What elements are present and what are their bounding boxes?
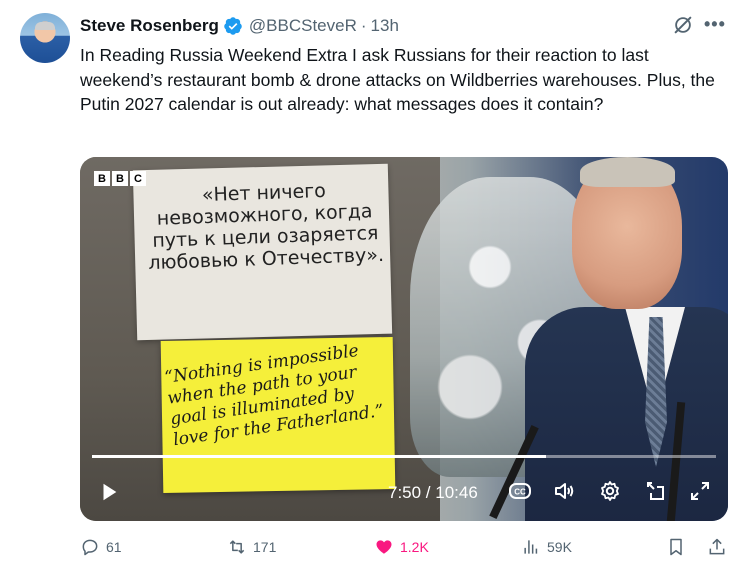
share-button[interactable] [707, 537, 727, 557]
like-count: 1.2K [400, 539, 429, 555]
reply-button[interactable]: 61 [80, 537, 122, 557]
avatar[interactable] [20, 13, 70, 63]
repost-count: 171 [253, 539, 277, 555]
views-icon [524, 540, 538, 554]
timecode: 7:50 / 10:46 [388, 483, 478, 502]
verified-badge-icon [224, 17, 242, 35]
player-controls: 7:50 / 10:46 CC [80, 475, 728, 511]
share-icon [709, 538, 725, 555]
play-icon[interactable] [98, 481, 120, 503]
reply-count: 61 [106, 539, 122, 555]
logo-letter: B [112, 171, 128, 186]
hair [580, 157, 675, 187]
grok-icon[interactable] [672, 14, 694, 36]
svg-text:CC: CC [514, 488, 526, 497]
russian-quote: «Нет ничего невозможного, когда путь к ц… [147, 179, 385, 275]
repost-icon [229, 540, 245, 554]
author-name[interactable]: Steve Rosenberg [80, 16, 219, 36]
like-button[interactable]: 1.2K [374, 537, 429, 557]
repost-button[interactable]: 171 [227, 537, 276, 557]
tweet-header: Steve Rosenberg @BBCSteveR · 13h [80, 15, 399, 37]
logo-letter: B [94, 171, 110, 186]
bookmark-button[interactable] [666, 537, 686, 557]
volume-icon[interactable] [552, 479, 576, 503]
captions-icon[interactable]: CC [508, 479, 532, 503]
author-handle[interactable]: @BBCSteveR [249, 16, 357, 36]
pip-icon[interactable] [643, 479, 667, 503]
views-count: 59K [547, 539, 572, 555]
progress-bar[interactable] [92, 455, 716, 458]
video-player[interactable]: «Нет ничего невозможного, когда путь к ц… [80, 157, 728, 521]
bookmark-icon [670, 538, 682, 556]
settings-gear-icon[interactable] [598, 479, 622, 503]
reply-icon [82, 539, 98, 556]
timestamp[interactable]: 13h [371, 16, 399, 36]
bbc-logo: B B C [94, 171, 146, 186]
tweet-text: In Reading Russia Weekend Extra I ask Ru… [80, 45, 715, 114]
views-button[interactable]: 59K [521, 537, 572, 557]
more-options-icon[interactable]: ••• [704, 14, 726, 35]
separator: · [360, 16, 367, 35]
tweet-actions: 61 171 1.2K 59K [80, 537, 730, 563]
progress-fill [92, 455, 547, 458]
heart-icon [376, 540, 392, 554]
fullscreen-icon[interactable] [688, 479, 712, 503]
logo-letter: C [130, 171, 146, 186]
